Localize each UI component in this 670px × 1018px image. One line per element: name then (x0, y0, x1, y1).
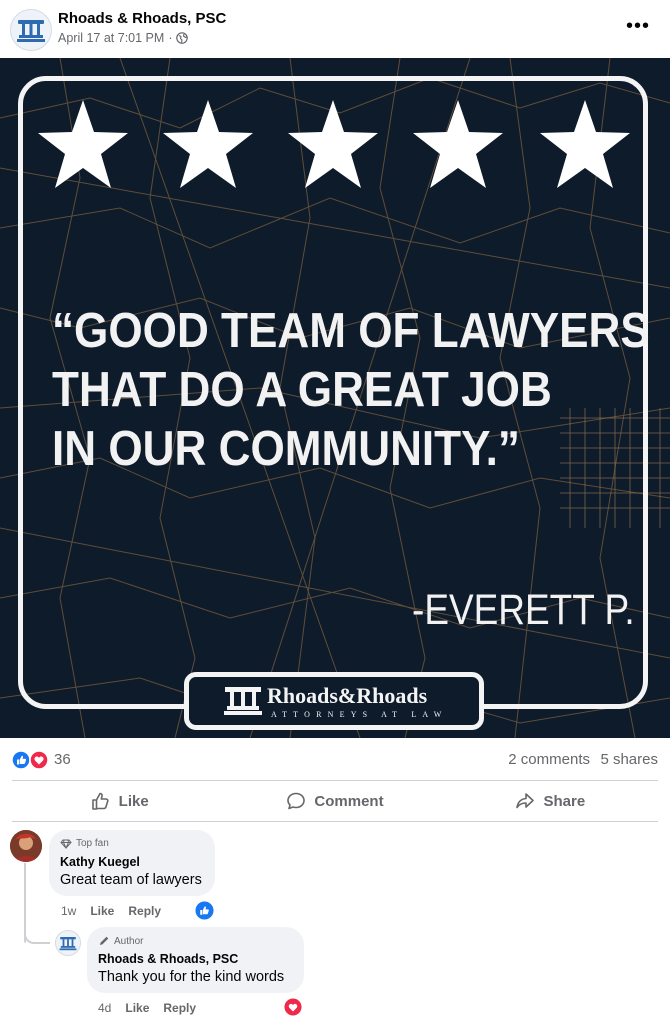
logo-firm-name: Rhoads&Rhoads (267, 683, 428, 708)
post-actions: Like Comment Share (12, 782, 658, 820)
star-icon (163, 100, 253, 188)
diamond-icon (60, 839, 72, 849)
comment-bubble: Top fan Kathy Kuegel Great team of lawye… (49, 830, 215, 896)
author-avatar[interactable] (55, 930, 81, 956)
comment-like-button[interactable]: Like (90, 904, 114, 918)
star-icon (540, 100, 630, 188)
share-label: Share (543, 792, 586, 810)
reply-author[interactable]: Rhoads & Rhoads, PSC (98, 952, 238, 966)
like-button[interactable]: Like (12, 782, 227, 820)
badge-label: Author (114, 935, 144, 947)
post-meta: April 17 at 7:01 PM · (58, 31, 189, 45)
page-avatar[interactable] (10, 9, 52, 51)
page-name-link[interactable]: Rhoads & Rhoads, PSC (58, 10, 226, 27)
share-arrow-icon (516, 793, 535, 809)
meta-separator: · (168, 31, 173, 45)
rhoads-logo-icon (17, 20, 45, 42)
love-icon[interactable] (284, 998, 302, 1016)
comment-meta: 1w Like Reply (61, 904, 161, 918)
author-badge: Author (98, 935, 143, 947)
top-fan-badge: Top fan (60, 838, 109, 849)
comment-reply-button[interactable]: Reply (128, 904, 161, 918)
shares-count-link[interactable]: 5 shares (600, 751, 658, 768)
commenter-avatar[interactable] (10, 830, 42, 862)
more-options-button[interactable]: ••• (624, 14, 652, 38)
reaction-icons[interactable] (11, 750, 51, 770)
thumbs-up-icon (91, 792, 109, 810)
reply-bubble: Author Rhoads & Rhoads, PSC Thank you fo… (87, 927, 304, 993)
comment-time[interactable]: 1w (61, 904, 76, 918)
post-image[interactable]: “GOOD TEAM OF LAWYERS THAT DO A GREAT JO… (0, 58, 670, 738)
star-icon (413, 100, 503, 188)
testimonial-attribution: -EVERETT P. (412, 586, 635, 634)
star-icon (288, 100, 378, 188)
like-icon[interactable] (195, 901, 214, 920)
badge-label: Top fan (76, 838, 109, 849)
divider (12, 780, 658, 781)
rating-stars (38, 100, 630, 188)
globe-icon (176, 32, 189, 44)
reaction-count[interactable]: 36 (54, 751, 71, 768)
firm-logo: Rhoads&Rhoads ATTORNEYS AT LAW (184, 672, 484, 730)
comment-text: Great team of lawyers (60, 872, 202, 888)
comment-label: Comment (314, 792, 384, 810)
divider (12, 821, 658, 822)
share-button[interactable]: Share (443, 782, 658, 820)
reply-connector (24, 918, 50, 944)
speech-bubble-icon (287, 792, 306, 810)
post-timestamp[interactable]: April 17 at 7:01 PM (58, 31, 164, 45)
like-label: Like (118, 792, 149, 810)
reply-reply-button[interactable]: Reply (163, 1001, 196, 1015)
comment-author[interactable]: Kathy Kuegel (60, 855, 140, 869)
star-icon (38, 100, 128, 188)
reply-time[interactable]: 4d (98, 1001, 111, 1015)
reply-meta: 4d Like Reply (98, 1001, 196, 1015)
reply-text: Thank you for the kind words (98, 969, 285, 985)
post-header: Rhoads & Rhoads, PSC April 17 at 7:01 PM… (0, 0, 670, 58)
comment-button[interactable]: Comment (227, 782, 442, 820)
reply-like-button[interactable]: Like (125, 1001, 149, 1015)
logo-tagline: ATTORNEYS AT LAW (271, 710, 448, 719)
rhoads-logo-icon (59, 937, 77, 951)
reactions-summary: 36 2 comments 5 shares (0, 746, 670, 772)
pencil-icon (100, 936, 109, 945)
comments-count-link[interactable]: 2 comments (508, 751, 590, 768)
profile-photo-icon (10, 830, 42, 862)
testimonial-quote: “GOOD TEAM OF LAWYERS THAT DO A GREAT JO… (52, 304, 650, 476)
pillar-logo-icon (224, 687, 262, 715)
